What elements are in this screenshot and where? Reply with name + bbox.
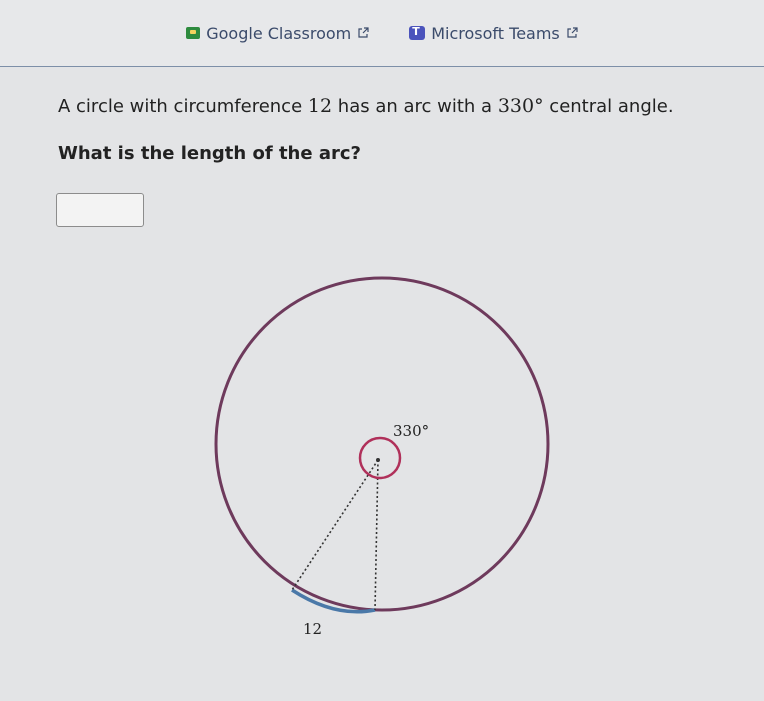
arc-label: 12 bbox=[303, 620, 322, 638]
angle-marker bbox=[358, 436, 402, 480]
radius-line-left bbox=[291, 459, 379, 591]
circle bbox=[214, 276, 550, 612]
microsoft-teams-icon bbox=[409, 25, 426, 40]
question-part-2: has an arc with a bbox=[332, 96, 498, 117]
google-classroom-link[interactable]: Google Classroom bbox=[186, 24, 369, 43]
radius-line-right bbox=[374, 459, 379, 611]
question-prompt: What is the length of the arc? bbox=[58, 143, 361, 164]
question-text: A circle with circumference 12 has an ar… bbox=[58, 92, 738, 121]
question-part-3: central angle. bbox=[543, 96, 674, 117]
external-link-icon bbox=[567, 27, 578, 38]
external-link-icon bbox=[358, 27, 369, 38]
circle-figure: 330° 12 bbox=[214, 276, 550, 638]
microsoft-teams-link[interactable]: Microsoft Teams bbox=[409, 24, 578, 43]
circumference-value: 12 bbox=[307, 95, 333, 117]
center-point bbox=[376, 458, 380, 462]
microsoft-teams-label: Microsoft Teams bbox=[431, 23, 560, 43]
share-bar: Google Classroom Microsoft Teams bbox=[0, 0, 764, 67]
google-classroom-icon bbox=[186, 27, 201, 39]
google-classroom-label: Google Classroom bbox=[206, 23, 352, 43]
question-part-1: A circle with circumference bbox=[58, 96, 308, 117]
angle-label: 330° bbox=[393, 422, 429, 440]
angle-value: 330° bbox=[497, 95, 544, 117]
answer-input[interactable] bbox=[56, 193, 144, 227]
